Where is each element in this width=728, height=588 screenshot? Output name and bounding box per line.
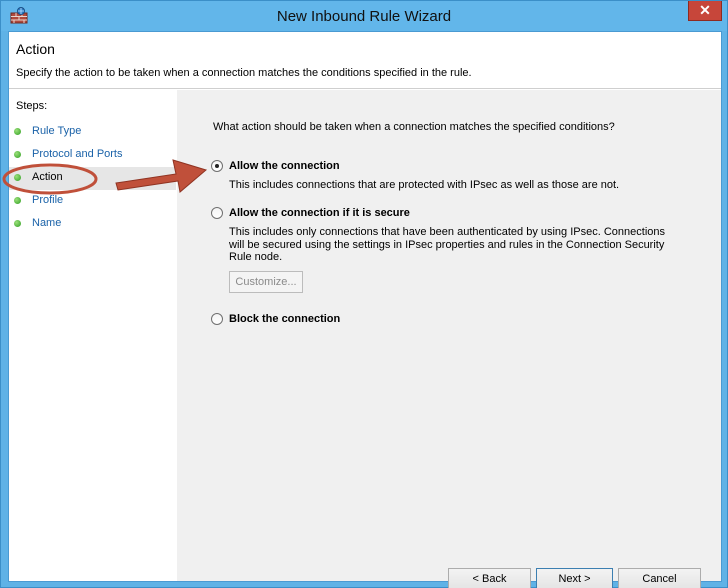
page-title: Action: [16, 41, 55, 57]
sidebar-item-label: Protocol and Ports: [32, 148, 123, 160]
allow-option-label[interactable]: Allow the connection: [229, 160, 340, 172]
page-description: Specify the action to be taken when a co…: [16, 67, 472, 79]
sidebar-item-rule-type[interactable]: Rule Type: [9, 121, 176, 144]
allow-if-secure-description-line-3: Rule node.: [229, 251, 283, 263]
customize-button[interactable]: Customize...: [229, 271, 303, 293]
allow-if-secure-description-line-2: will be secured using the settings in IP…: [229, 238, 665, 251]
sidebar-item-action[interactable]: Action: [9, 167, 176, 190]
main-panel: What action should be taken when a conne…: [177, 90, 721, 588]
steps-heading: Steps:: [16, 100, 48, 112]
title-bar[interactable]: New Inbound Rule Wizard ✕: [1, 1, 727, 31]
allow-radio[interactable]: [211, 160, 223, 172]
action-question: What action should be taken when a conne…: [213, 121, 615, 133]
sidebar-item-profile[interactable]: Profile: [9, 190, 176, 213]
wizard-client-area: Action Specify the action to be taken wh…: [8, 31, 722, 588]
wizard-window: New Inbound Rule Wizard ✕ Action Specify…: [0, 0, 728, 588]
allow-option-description: This includes connections that are prote…: [229, 179, 620, 191]
close-icon: ✕: [699, 2, 711, 18]
cancel-button[interactable]: Cancel: [618, 568, 701, 588]
sidebar-item-name[interactable]: Name: [9, 213, 176, 236]
sidebar-item-label: Action: [32, 171, 63, 183]
steps-sidebar: Steps: Rule Type Protocol and Ports Acti…: [9, 90, 176, 581]
sidebar-item-label: Rule Type: [32, 125, 82, 137]
step-status-icon: [14, 128, 21, 135]
window-title: New Inbound Rule Wizard: [276, 8, 452, 25]
next-button[interactable]: Next >: [536, 568, 613, 588]
step-status-icon: [14, 197, 21, 204]
sidebar-item-label: Name: [32, 217, 62, 229]
sidebar-item-label: Profile: [32, 194, 64, 206]
step-status-icon: [14, 151, 21, 158]
page-header: Action Specify the action to be taken wh…: [9, 32, 721, 89]
step-status-icon: [14, 174, 21, 181]
step-status-icon: [14, 220, 21, 227]
back-button[interactable]: < Back: [448, 568, 531, 588]
close-button[interactable]: ✕: [688, 1, 722, 21]
allow-if-secure-option-label[interactable]: Allow the connection if it is secure: [229, 207, 410, 219]
block-radio[interactable]: [211, 313, 223, 325]
sidebar-item-protocol-and-ports[interactable]: Protocol and Ports: [9, 144, 176, 167]
allow-if-secure-description-line-1: This includes only connections that have…: [229, 226, 665, 238]
block-option-label[interactable]: Block the connection: [229, 313, 340, 325]
allow-if-secure-radio[interactable]: [211, 207, 223, 219]
